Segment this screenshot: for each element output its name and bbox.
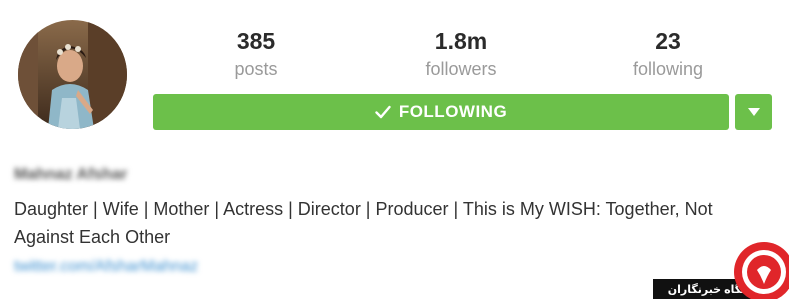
followers-label: followers [425,59,497,79]
profile-bio: Daughter | Wife | Mother | Actress | Dir… [14,199,713,247]
followers-count: 1.8m [434,28,488,54]
caret-down-icon [747,103,760,121]
following-button-label: FOLLOWING [398,102,508,121]
profile-name: Mahnaz Afshar [14,166,128,183]
watermark-logo-icon [731,240,789,299]
posts-count: 385 [236,28,276,54]
follow-options-dropdown[interactable] [735,94,772,130]
posts-label: posts [234,59,278,79]
following-count: 23 [655,28,681,54]
checkmark-icon [375,105,391,119]
following-label: following [632,59,704,79]
following-stat[interactable]: 23 following [588,26,748,82]
profile-link[interactable]: twitter.com/AfsharMahnaz [14,258,198,276]
profile-avatar[interactable] [18,20,127,129]
followers-stat[interactable]: 1.8m followers [381,26,541,82]
following-button[interactable]: FOLLOWING [153,94,729,130]
posts-stat[interactable]: 385 posts [176,26,336,82]
